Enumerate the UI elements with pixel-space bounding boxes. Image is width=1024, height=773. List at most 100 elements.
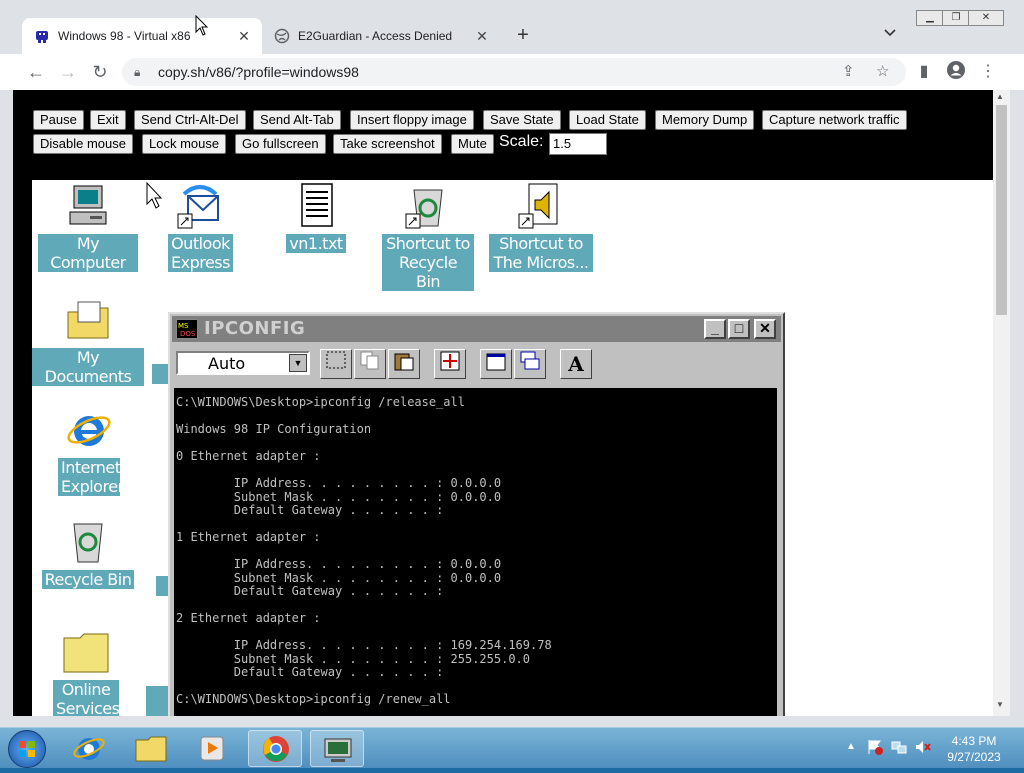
load-state-button[interactable]: Load State <box>569 110 646 130</box>
icon-label: vn1.txt <box>286 234 346 253</box>
maximize-window-icon[interactable]: ❐ <box>942 10 970 26</box>
ipconfig-window[interactable]: MS DOS IPCONFIG _ □ ✕ Auto ▼ A C:\WINDOW… <box>168 312 785 716</box>
taskbar-file-explorer[interactable] <box>124 730 178 767</box>
minimize-icon[interactable]: _ <box>704 319 726 339</box>
save-state-button[interactable]: Save State <box>483 110 561 130</box>
taskbar-internet-explorer[interactable] <box>62 730 116 767</box>
close-tab-icon[interactable]: ✕ <box>472 28 492 45</box>
scroll-up-icon[interactable]: ▲ <box>996 92 1004 101</box>
share-icon[interactable]: ⇪ <box>842 62 855 80</box>
desktop-icon-vn1-txt[interactable]: vn1.txt <box>284 182 348 254</box>
send-alt-tab-button[interactable]: Send Alt-Tab <box>253 110 341 130</box>
msdos-icon: MS DOS <box>176 319 198 339</box>
lock-mouse-button[interactable]: Lock mouse <box>142 134 227 154</box>
close-window-icon[interactable]: ✕ <box>968 10 1004 26</box>
tab-strip: Windows 98 - Virtual x86 ✕ E2Guardian - … <box>0 0 1024 54</box>
window-title: IPCONFIG <box>204 318 306 339</box>
take-screenshot-button[interactable]: Take screenshot <box>333 134 442 154</box>
desktop-icon-recycle-bin[interactable]: Recycle Bin <box>38 518 138 590</box>
fullscreen-icon[interactable] <box>434 349 466 379</box>
recycle-bin-icon <box>64 518 112 566</box>
tab-windows98[interactable]: Windows 98 - Virtual x86 ✕ <box>22 18 262 54</box>
icon-label: My Computer <box>38 234 138 272</box>
go-fullscreen-button[interactable]: Go fullscreen <box>235 134 326 154</box>
exit-button[interactable]: Exit <box>90 110 126 130</box>
emulator-screen[interactable]: My Computer Outlook Express vn1.txt Shor… <box>32 180 993 716</box>
taskbar-v86-app[interactable] <box>310 730 364 767</box>
tab-e2guardian[interactable]: E2Guardian - Access Denied ✕ <box>262 18 500 54</box>
folder-icon <box>62 628 110 676</box>
taskbar-clock[interactable]: 4:43 PM 9/27/2023 <box>944 733 1004 765</box>
scrollbar-thumb[interactable] <box>996 105 1007 315</box>
forward-icon[interactable]: → <box>56 60 80 84</box>
outlook-express-icon <box>176 182 224 230</box>
internet-explorer-icon <box>65 406 113 454</box>
scroll-down-icon[interactable]: ▼ <box>996 700 1004 709</box>
desktop-icon-my-documents[interactable]: My Documents <box>32 296 144 387</box>
mark-icon[interactable] <box>320 349 352 379</box>
action-center-flag-icon[interactable] <box>866 738 884 761</box>
folder-documents-icon <box>64 296 112 344</box>
minimize-window-icon[interactable]: ▁ <box>916 10 944 26</box>
font-icon[interactable]: A <box>560 349 592 379</box>
monitor-app-icon <box>324 738 352 762</box>
browser-toolbar: ← → ↻ 🔒︎ copy.sh/v86/?profile=windows98 … <box>0 54 1024 90</box>
title-bar[interactable]: MS DOS IPCONFIG _ □ ✕ <box>172 316 781 342</box>
side-panel-icon[interactable]: ▮ <box>912 60 936 84</box>
clock-date: 9/27/2023 <box>947 750 1001 764</box>
memory-dump-button[interactable]: Memory Dump <box>655 110 755 130</box>
network-icon[interactable] <box>890 738 908 761</box>
menu-kebab-icon[interactable]: ⋮ <box>976 60 1000 84</box>
browser-window: Windows 98 - Virtual x86 ✕ E2Guardian - … <box>0 0 1024 727</box>
icon-label: Recycle Bin <box>41 570 135 589</box>
tab-title: E2Guardian - Access Denied <box>298 29 453 43</box>
paste-icon[interactable] <box>388 349 420 379</box>
new-tab-icon[interactable]: + <box>512 24 534 47</box>
insert-floppy-button[interactable]: Insert floppy image <box>350 110 474 130</box>
icon-label: My Documents <box>32 348 144 386</box>
background-icon[interactable] <box>514 349 546 379</box>
show-hidden-icons-icon[interactable]: ▲ <box>846 741 856 752</box>
capture-network-button[interactable]: Capture network traffic <box>762 110 907 130</box>
volume-muted-icon[interactable] <box>914 738 932 761</box>
v86-favicon-icon <box>34 28 50 44</box>
font-size-select[interactable]: Auto ▼ <box>176 351 310 375</box>
folder-icon <box>135 736 167 762</box>
scale-input[interactable]: 1.5 <box>549 133 607 155</box>
clock-time: 4:43 PM <box>951 734 997 748</box>
address-bar[interactable]: 🔒︎ copy.sh/v86/?profile=windows98 ⇪ ☆ <box>122 58 906 86</box>
desktop-icon-shortcut-recycle-bin[interactable]: Shortcut to Recycle Bin <box>378 182 478 292</box>
tab-search-chevron-icon[interactable] <box>884 26 896 40</box>
profile-avatar-icon[interactable] <box>944 60 968 84</box>
console-output[interactable]: C:\WINDOWS\Desktop>ipconfig /release_all… <box>174 388 777 716</box>
desktop-icon-outlook-express[interactable]: Outlook Express <box>168 182 233 273</box>
back-icon[interactable]: ← <box>24 60 48 84</box>
maximize-icon[interactable]: □ <box>728 319 750 339</box>
hidden-icon-fragment <box>152 364 168 384</box>
icon-label: Outlook Express <box>168 234 233 272</box>
chrome-icon <box>263 736 289 762</box>
copy-icon[interactable] <box>354 349 386 379</box>
desktop-icon-online-services[interactable]: Online Services <box>50 628 122 716</box>
sound-file-icon <box>517 182 565 230</box>
desktop-icon-internet-explorer[interactable]: Internet Explorer <box>54 406 124 497</box>
close-icon[interactable]: ✕ <box>754 319 776 339</box>
disable-mouse-button[interactable]: Disable mouse <box>33 134 133 154</box>
send-ctrl-alt-del-button[interactable]: Send Ctrl-Alt-Del <box>134 110 246 130</box>
desktop-icon-my-computer[interactable]: My Computer <box>38 182 138 273</box>
taskbar-media-player[interactable] <box>186 730 240 767</box>
bookmark-star-icon[interactable]: ☆ <box>876 62 889 80</box>
close-tab-icon[interactable]: ✕ <box>234 28 254 45</box>
start-button[interactable] <box>8 730 46 768</box>
mute-button[interactable]: Mute <box>451 134 494 154</box>
globe-icon <box>274 28 290 44</box>
taskbar-chrome[interactable] <box>248 730 302 767</box>
dropdown-arrow-icon[interactable]: ▼ <box>289 354 307 372</box>
pause-button[interactable]: Pause <box>33 110 84 130</box>
properties-icon[interactable] <box>480 349 512 379</box>
internet-explorer-icon <box>73 738 105 760</box>
reload-icon[interactable]: ↻ <box>88 60 112 84</box>
svg-text:DOS: DOS <box>180 330 196 338</box>
desktop-icon-shortcut-micros[interactable]: Shortcut to The Micros... <box>486 182 596 273</box>
windows-logo-icon <box>19 741 35 757</box>
